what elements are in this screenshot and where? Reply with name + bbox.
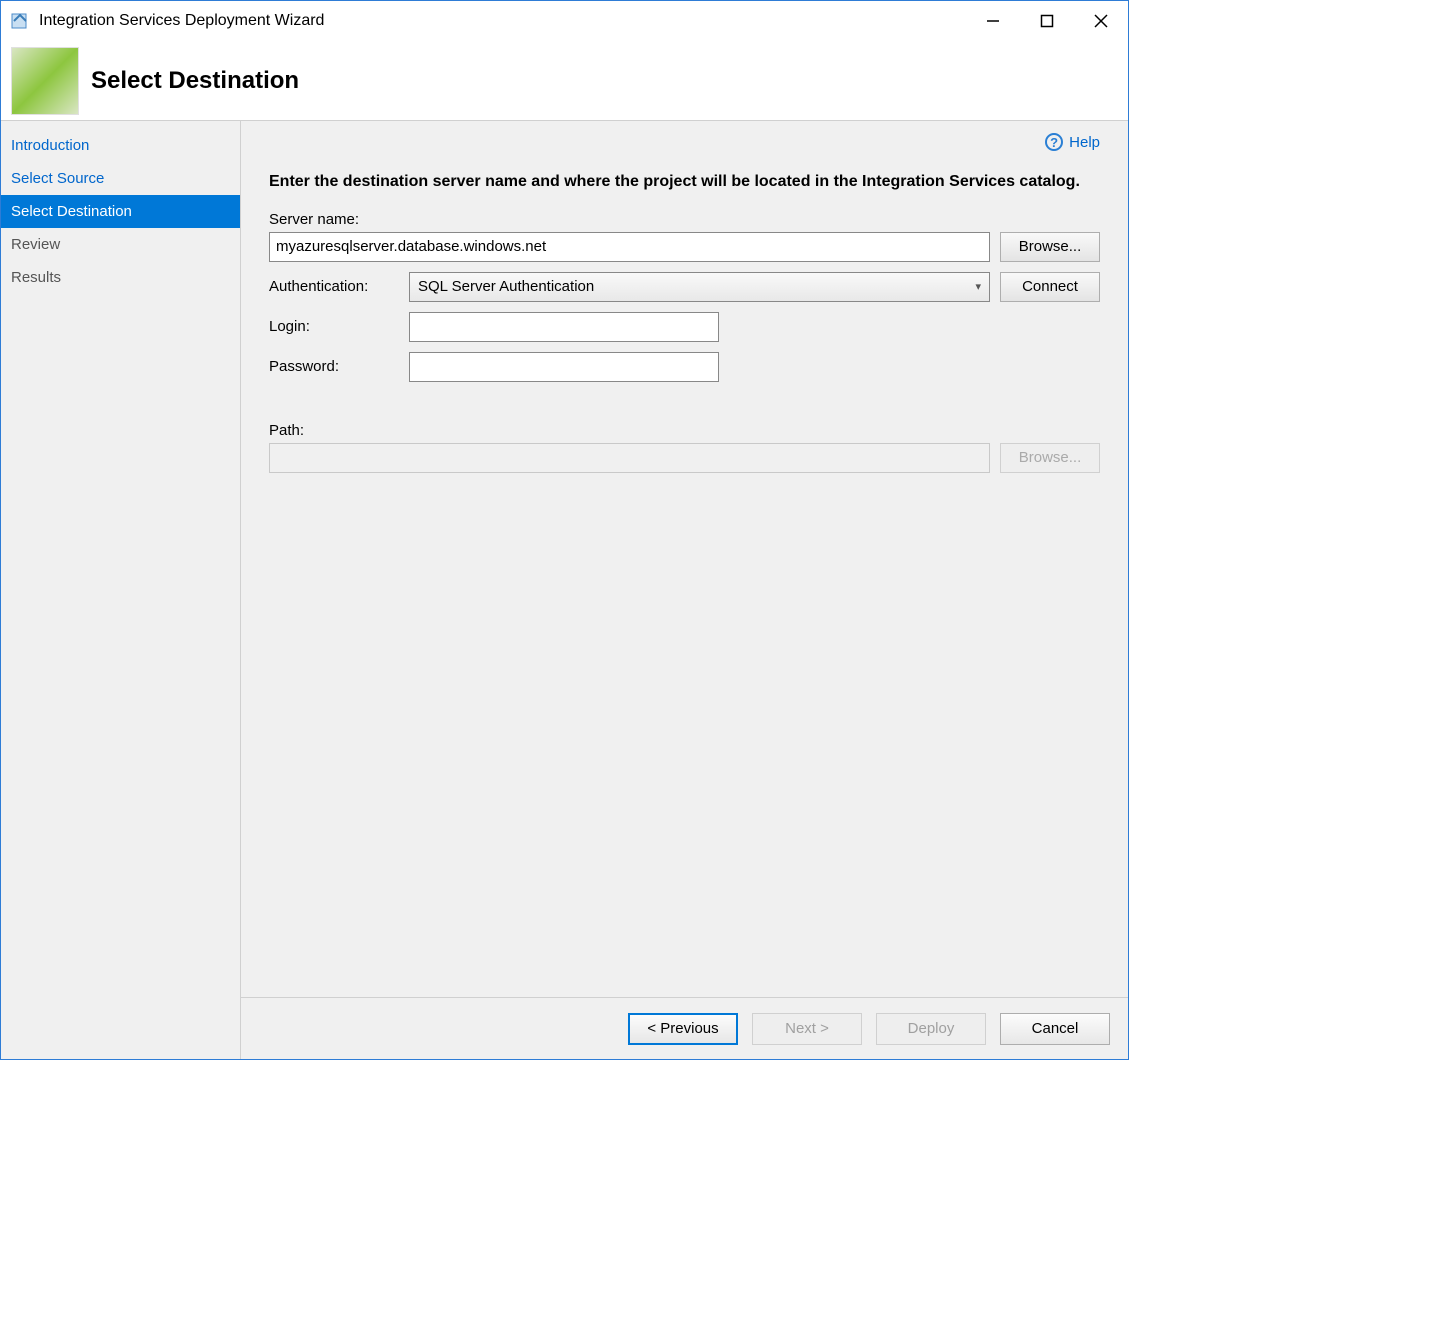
- server-name-input[interactable]: [269, 232, 990, 262]
- browse-server-button[interactable]: Browse...: [1000, 232, 1100, 262]
- window-title: Integration Services Deployment Wizard: [39, 12, 324, 30]
- step-sidebar: Introduction Select Source Select Destin…: [1, 121, 241, 1059]
- server-name-label: Server name:: [269, 211, 1100, 228]
- page-title: Select Destination: [91, 67, 299, 95]
- sidebar-item-review: Review: [1, 228, 240, 261]
- titlebar: Integration Services Deployment Wizard: [1, 1, 1128, 41]
- deploy-button: Deploy: [876, 1013, 986, 1045]
- next-button: Next >: [752, 1013, 862, 1045]
- sidebar-item-results: Results: [1, 261, 240, 294]
- help-icon: ?: [1045, 133, 1063, 151]
- authentication-label: Authentication:: [269, 278, 399, 295]
- app-icon: [9, 10, 31, 32]
- main-panel: ? Help Enter the destination server name…: [241, 121, 1128, 1059]
- maximize-button[interactable]: [1020, 1, 1074, 41]
- browse-path-button: Browse...: [1000, 443, 1100, 473]
- sidebar-item-select-source[interactable]: Select Source: [1, 162, 240, 195]
- path-input: [269, 443, 990, 473]
- previous-button[interactable]: < Previous: [628, 1013, 738, 1045]
- cancel-button[interactable]: Cancel: [1000, 1013, 1110, 1045]
- close-button[interactable]: [1074, 1, 1128, 41]
- header: Select Destination: [1, 41, 1128, 121]
- body: Introduction Select Source Select Destin…: [1, 121, 1128, 1059]
- help-label: Help: [1069, 134, 1100, 151]
- instruction-text: Enter the destination server name and wh…: [269, 171, 1100, 193]
- window-controls: [966, 1, 1128, 41]
- password-label: Password:: [269, 358, 399, 375]
- login-input[interactable]: [409, 312, 719, 342]
- login-label: Login:: [269, 318, 399, 335]
- wizard-step-icon: [11, 47, 79, 115]
- password-input[interactable]: [409, 352, 719, 382]
- authentication-select[interactable]: SQL Server Authentication ▾: [409, 272, 990, 302]
- connect-button[interactable]: Connect: [1000, 272, 1100, 302]
- path-label: Path:: [269, 422, 1100, 439]
- footer: < Previous Next > Deploy Cancel: [241, 997, 1128, 1059]
- chevron-down-icon: ▾: [975, 280, 981, 293]
- minimize-button[interactable]: [966, 1, 1020, 41]
- authentication-value: SQL Server Authentication: [418, 278, 594, 295]
- wizard-window: Integration Services Deployment Wizard S…: [0, 0, 1129, 1060]
- sidebar-item-select-destination[interactable]: Select Destination: [1, 195, 240, 228]
- sidebar-item-introduction[interactable]: Introduction: [1, 129, 240, 162]
- help-link[interactable]: ? Help: [1045, 133, 1100, 151]
